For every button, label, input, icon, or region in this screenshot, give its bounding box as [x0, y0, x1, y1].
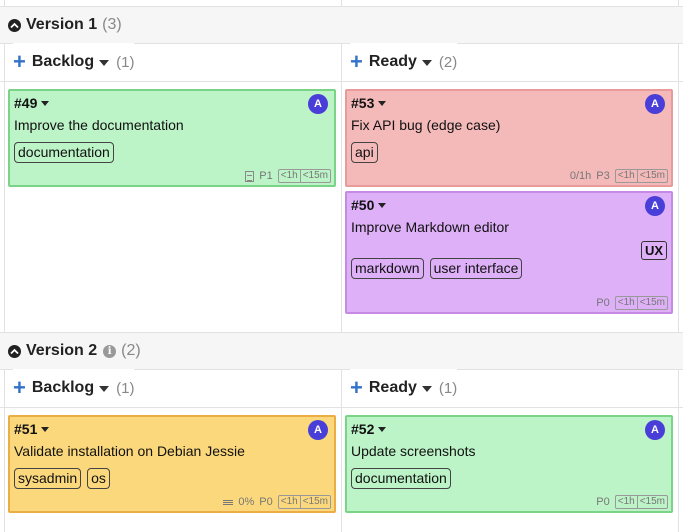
- issue-title[interactable]: Validate installation on Debian Jessie: [14, 443, 330, 459]
- right-border: [678, 0, 679, 532]
- issue-title[interactable]: Update screenshots: [351, 443, 667, 459]
- version-title: Version 1: [26, 16, 98, 33]
- progress: 0%: [238, 496, 255, 508]
- issue-title[interactable]: Improve the documentation: [14, 117, 330, 133]
- chevron-down-icon[interactable]: [421, 386, 432, 392]
- column-header-backlog[interactable]: + Backlog (1): [13, 43, 135, 81]
- tag-list: sysadmin os: [14, 468, 330, 489]
- priority: P1: [259, 170, 273, 182]
- chevron-down-icon[interactable]: [378, 426, 387, 432]
- estimate: <1h <15m: [277, 495, 331, 509]
- tag[interactable]: documentation: [14, 142, 114, 163]
- issue-title[interactable]: Improve Markdown editor: [351, 219, 667, 235]
- issue-card-52[interactable]: #52 A Update screenshots documentation P…: [345, 415, 673, 513]
- issue-title[interactable]: Fix API bug (edge case): [351, 117, 667, 133]
- issue-number[interactable]: #51: [14, 421, 330, 437]
- add-icon[interactable]: +: [13, 51, 26, 73]
- estimate: <1h <15m: [614, 495, 668, 509]
- column-name: Ready: [368, 53, 417, 70]
- column-header-ready[interactable]: + Ready (2): [350, 43, 458, 81]
- tag[interactable]: sysadmin: [14, 468, 82, 489]
- avatar[interactable]: A: [645, 420, 665, 440]
- add-icon[interactable]: +: [13, 377, 26, 399]
- tag-list: documentation: [14, 142, 330, 163]
- estimate: <1h <15m: [614, 296, 668, 310]
- version-title: Version 2: [26, 342, 98, 359]
- column-name: Ready: [368, 379, 417, 396]
- priority: P0: [259, 496, 273, 508]
- avatar[interactable]: A: [645, 196, 665, 216]
- chevron-down-icon[interactable]: [99, 386, 110, 392]
- card-footer: P0 <1h <15m: [596, 495, 668, 509]
- chevron-down-icon[interactable]: [99, 60, 110, 66]
- avatar[interactable]: A: [645, 94, 665, 114]
- chevron-down-icon[interactable]: [41, 426, 50, 432]
- tag-list: markdown user interface: [351, 258, 667, 279]
- column-name: Backlog: [31, 379, 95, 396]
- tag-list: documentation: [351, 468, 667, 489]
- issue-card-53[interactable]: #53 A Fix API bug (edge case) api 0/1h P…: [345, 89, 673, 187]
- column-divider: [341, 0, 342, 532]
- issue-card-51[interactable]: #51 A Validate installation on Debian Je…: [8, 415, 336, 513]
- chevron-down-icon[interactable]: [378, 202, 387, 208]
- issue-number[interactable]: #52: [351, 421, 667, 437]
- collapse-icon[interactable]: [8, 344, 21, 358]
- tag[interactable]: documentation: [351, 468, 451, 489]
- column-count: (2): [438, 53, 458, 71]
- estimate: <1h <15m: [277, 169, 331, 183]
- column-header-ready[interactable]: + Ready (1): [350, 369, 458, 407]
- avatar[interactable]: A: [308, 420, 328, 440]
- time-spent: 0/1h: [569, 170, 592, 182]
- column-count: (1): [116, 53, 135, 71]
- column-name: Backlog: [31, 53, 95, 70]
- card-footer: 0/1h P3 <1h <15m: [570, 169, 668, 183]
- chevron-down-icon[interactable]: [378, 100, 387, 106]
- tag[interactable]: user interface: [429, 258, 523, 279]
- estimate: <1h <15m: [614, 169, 668, 183]
- chevron-down-icon[interactable]: [421, 60, 432, 66]
- left-border: [4, 0, 5, 532]
- document-icon: [245, 170, 255, 182]
- ux-badge[interactable]: UX: [640, 241, 667, 260]
- card-footer: P1 <1h <15m: [245, 169, 331, 183]
- issue-card-49[interactable]: #49 A Improve the documentation document…: [8, 89, 336, 187]
- version-1-header[interactable]: Version 1 (3): [0, 7, 683, 43]
- issue-number[interactable]: #53: [351, 95, 667, 111]
- avatar[interactable]: A: [308, 94, 328, 114]
- collapse-icon[interactable]: [8, 18, 21, 32]
- column-count: (1): [438, 379, 458, 397]
- column-count: (1): [116, 379, 135, 397]
- card-footer: 0% P0 <1h <15m: [223, 495, 331, 509]
- priority: P0: [596, 496, 610, 508]
- priority: P3: [596, 170, 610, 182]
- card-footer: P0 <1h <15m: [596, 296, 668, 310]
- divider: [0, 81, 683, 82]
- priority: P0: [596, 297, 610, 309]
- add-icon[interactable]: +: [350, 51, 363, 73]
- tag[interactable]: os: [87, 468, 110, 489]
- tag[interactable]: api: [351, 142, 378, 163]
- chevron-down-icon[interactable]: [41, 100, 50, 106]
- add-icon[interactable]: +: [350, 377, 363, 399]
- info-icon[interactable]: i: [103, 344, 117, 358]
- tag-list: api: [351, 142, 667, 163]
- version-2-header[interactable]: Version 2 i (2): [0, 333, 683, 369]
- issue-number[interactable]: #50: [351, 197, 667, 213]
- version-count: (3): [102, 16, 122, 33]
- issue-number[interactable]: #49: [14, 95, 330, 111]
- column-header-backlog[interactable]: + Backlog (1): [13, 369, 135, 407]
- divider: [0, 407, 683, 408]
- issue-card-50[interactable]: #50 A Improve Markdown editor UX markdow…: [345, 191, 673, 314]
- tag[interactable]: markdown: [351, 258, 424, 279]
- checklist-icon: [223, 499, 234, 505]
- version-count: (2): [121, 342, 141, 359]
